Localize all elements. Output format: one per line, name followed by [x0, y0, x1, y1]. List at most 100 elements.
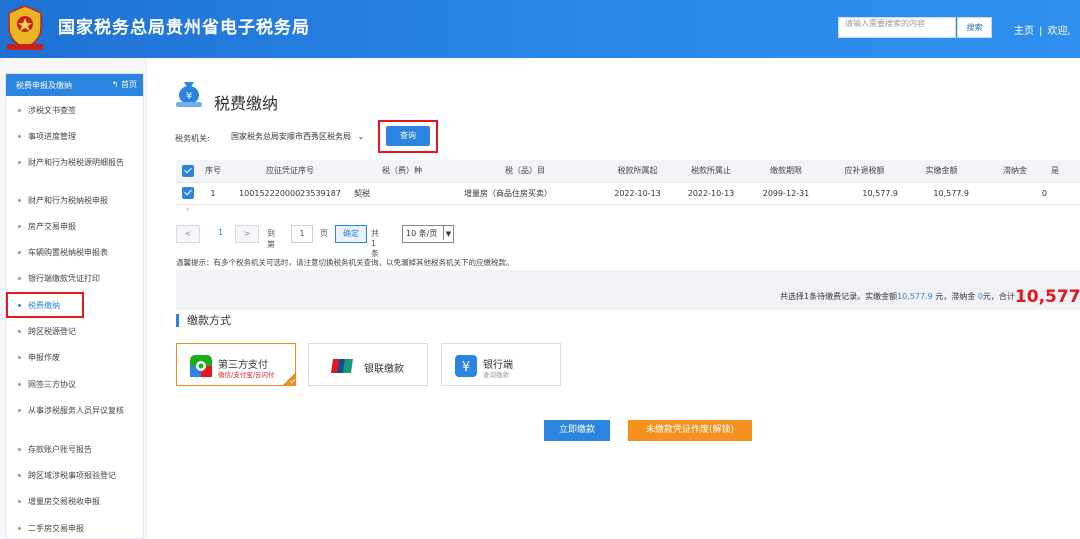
table-header: 税（费）种	[354, 160, 450, 183]
sidebar-header: 税费申报及缴纳 ↰ 首页	[6, 74, 143, 96]
search-input[interactable]: 请输入需要搜索的内容	[838, 17, 956, 38]
table-cell	[1051, 182, 1080, 205]
tax-authority-label: 税务机关:	[175, 134, 210, 143]
total-count: 共 1 条	[371, 229, 379, 258]
page-title: 税费缴纳	[214, 94, 279, 113]
unionpay-icon	[331, 359, 353, 373]
prev-page-button[interactable]: <	[176, 225, 200, 243]
payment-option-unionpay[interactable]: 银联缴款	[308, 343, 428, 386]
table-header: 滞纳金	[979, 160, 1051, 183]
warm-tip: 温馨提示：有多个税务机关可选时，请注意切换税务机关查询，以免漏掉其他税务机关下的…	[176, 258, 514, 267]
table-cell: 10,577.9	[904, 182, 979, 205]
tax-authority-value: 国家税务总局安顺市西秀区税务局	[231, 132, 351, 141]
table-cell: 0	[979, 182, 1051, 205]
page-number[interactable]: 1	[218, 228, 223, 237]
highlight-box-query	[378, 120, 438, 153]
goto-label: 到第	[267, 229, 275, 249]
table-header: 税（品）目	[450, 160, 600, 183]
payment-option-third-party[interactable]: 第三方支付 微信/支付宝/云闪付	[176, 343, 296, 386]
next-page-button[interactable]: >	[235, 225, 259, 243]
table-cell: 契税	[354, 182, 450, 205]
void-voucher-button[interactable]: 未缴款凭证作废(解锁)	[628, 420, 752, 441]
sidebar-home-link[interactable]: ↰ 首页	[112, 79, 137, 90]
payment-option-name: 银联缴款	[364, 364, 404, 375]
svg-text:¥: ¥	[186, 91, 192, 102]
payment-option-sub: 查询缴款	[483, 371, 509, 379]
table-cell: 增量房（商品住房买卖）	[450, 182, 600, 205]
sidebar-item-declare-void[interactable]: 申报作废	[6, 352, 143, 363]
table-header: 实缴金额	[904, 160, 979, 183]
sidebar-item-bank-voucher-print[interactable]: 银行端缴款凭证打印	[6, 273, 143, 284]
summary-total: 10,577	[1014, 287, 1080, 307]
sidebar-item-tripartite-agreement[interactable]: 网签三方协议	[6, 379, 143, 390]
goto-confirm-button[interactable]: 确定	[335, 225, 367, 243]
sidebar-item-house-transaction[interactable]: 房产交易申报	[6, 221, 143, 232]
table-header: 税款所属起	[600, 160, 675, 183]
table-header: 是	[1051, 160, 1080, 183]
sidebar-title: 税费申报及缴纳	[16, 81, 72, 90]
payment-method-title: 缴款方式	[176, 314, 231, 327]
search-button[interactable]: 搜索	[957, 17, 992, 38]
tax-emblem-icon	[7, 5, 43, 50]
table-cell: 10015222000023539187	[226, 182, 354, 205]
sidebar-item-cross-region-inspection[interactable]: 跨区域涉税事项报验登记	[6, 470, 143, 481]
money-bag-icon: ¥	[176, 82, 202, 107]
sidebar-item-new-house-tax[interactable]: 增量房交易税收申报	[6, 496, 143, 507]
summary-mid1: 元，滞纳金	[932, 292, 978, 301]
page-size-select[interactable]: 10 条/页 ▼	[402, 225, 454, 243]
scroll-left-icon[interactable]: ‹	[186, 205, 190, 215]
sidebar-item-second-hand-house[interactable]: 二手房交易申报	[6, 523, 143, 534]
sidebar-item-deposit-account[interactable]: 存款账户账号报告	[6, 444, 143, 455]
top-header: 国家税务总局贵州省电子税务局 请输入需要搜索的内容 搜索 主页 | 欢迎,	[0, 0, 1080, 58]
table-header: 缴款期限	[747, 160, 825, 183]
table-row[interactable]: 1 10015222000023539187 契税 增量房（商品住房买卖） 20…	[176, 182, 1080, 205]
payment-option-bank[interactable]: ¥ 银行端 查询缴款	[441, 343, 561, 386]
third-party-pay-icon	[190, 355, 212, 377]
row-checkbox[interactable]	[182, 187, 194, 199]
sidebar-item-property-source-report[interactable]: 财产和行为税税源明细报告	[6, 157, 143, 168]
pay-now-button[interactable]: 立即缴款	[544, 420, 610, 441]
table-header: 应征凭证序号	[226, 160, 354, 183]
summary-mid2: 元，合计	[982, 292, 1015, 301]
sidebar-item-cross-region-source[interactable]: 跨区税源登记	[6, 326, 143, 337]
table-header: 应补退税额	[825, 160, 904, 183]
table-cell: 2022-10-13	[600, 182, 675, 205]
table-cell: 1	[200, 182, 226, 205]
main-content: ¥ 税费缴纳 税务机关: 国家税务总局安顺市西秀区税务局 ⌄ 查询 序号 应征凭…	[148, 58, 1080, 539]
table-cell: 10,577.9	[825, 182, 904, 205]
chevron-down-icon: ▼	[443, 226, 453, 240]
home-link[interactable]: 主页	[1014, 26, 1034, 37]
table-cell: 2022-10-13	[675, 182, 747, 205]
svg-text:¥: ¥	[462, 360, 470, 375]
sidebar-item-property-tax-declare[interactable]: 财产和行为税纳税申报	[6, 195, 143, 206]
tax-authority-select[interactable]: 国家税务总局安顺市西秀区税务局 ⌄	[228, 129, 378, 145]
chevron-down-icon: ⌄	[357, 132, 365, 141]
separator: |	[1039, 26, 1043, 37]
summary-prefix: 共选择1条待缴费记录。实缴金额	[780, 292, 898, 301]
sidebar-item-vehicle-tax[interactable]: 车辆购置税纳税申报表	[6, 247, 143, 258]
row-select-cell[interactable]	[176, 182, 200, 205]
page-unit-label: 页	[320, 229, 328, 238]
table-cell: 2099-12-31	[747, 182, 825, 205]
sidebar-home-label: 首页	[121, 80, 137, 89]
summary-paid-amount: 10,577.9	[897, 292, 933, 301]
table-header: 税款所属止	[675, 160, 747, 183]
top-links: 主页 | 欢迎,	[1014, 22, 1071, 37]
welcome-text: 欢迎,	[1047, 26, 1071, 37]
sidebar-item-progress[interactable]: 事项进度管理	[6, 131, 143, 142]
goto-page-input[interactable]: 1	[291, 225, 313, 243]
table-header: 序号	[200, 160, 226, 183]
payment-summary: 共选择1条待缴费记录。实缴金额10,577.9 元，滞纳金 0元，合计10,57…	[780, 284, 1080, 307]
sidebar-item-document-sign[interactable]: 涉税文书查签	[6, 105, 143, 116]
page-size-value: 10 条/页	[406, 229, 438, 238]
header-select-all[interactable]	[176, 160, 200, 183]
summary-bar: 共选择1条待缴费记录。实缴金额10,577.9 元，滞纳金 0元，合计10,57…	[176, 270, 1080, 310]
bank-icon: ¥	[455, 355, 477, 377]
site-title: 国家税务总局贵州省电子税务局	[58, 18, 310, 38]
highlight-box-sidebar	[6, 292, 84, 318]
table-header-row: 序号 应征凭证序号 税（费）种 税（品）目 税款所属起 税款所属止 缴款期限 应…	[176, 160, 1080, 183]
tax-table: 序号 应征凭证序号 税（费）种 税（品）目 税款所属起 税款所属止 缴款期限 应…	[176, 160, 1080, 205]
sidebar-item-practitioner-review[interactable]: 从事涉税服务人员异议复核	[6, 405, 143, 416]
select-all-checkbox[interactable]	[182, 164, 194, 177]
payment-option-sub: 微信/支付宝/云闪付	[218, 371, 275, 379]
